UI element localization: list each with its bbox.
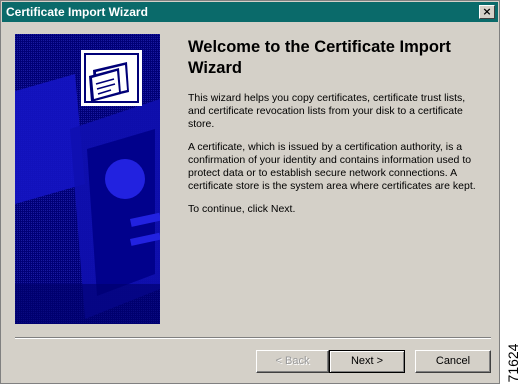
certificate-description-paragraph: A certificate, which is issued by a cert… — [188, 141, 476, 192]
certificate-import-wizard-window: Certificate Import Wizard × Welcome to t… — [0, 0, 500, 384]
back-button[interactable]: < Back — [256, 350, 329, 373]
cancel-button[interactable]: Cancel — [415, 350, 491, 373]
continue-instruction: To continue, click Next. — [188, 203, 296, 215]
page-title: Welcome to the Certificate Import Wizard — [188, 38, 451, 77]
next-button[interactable]: Next > — [329, 350, 405, 373]
intro-paragraph: This wizard helps you copy certificates,… — [188, 92, 466, 130]
wizard-banner — [15, 34, 160, 324]
figure-number-text: 71624 — [505, 343, 521, 383]
wizard-banner-graphic — [15, 34, 160, 324]
wizard-content: Welcome to the Certificate Import Wizard… — [188, 37, 478, 226]
window-title: Certificate Import Wizard — [6, 5, 148, 19]
figure-number: 71624 — [505, 340, 521, 386]
close-icon[interactable]: × — [479, 5, 495, 19]
certificate-icon — [81, 50, 142, 106]
title-bar[interactable]: Certificate Import Wizard × — [2, 2, 498, 22]
separator — [15, 337, 491, 339]
